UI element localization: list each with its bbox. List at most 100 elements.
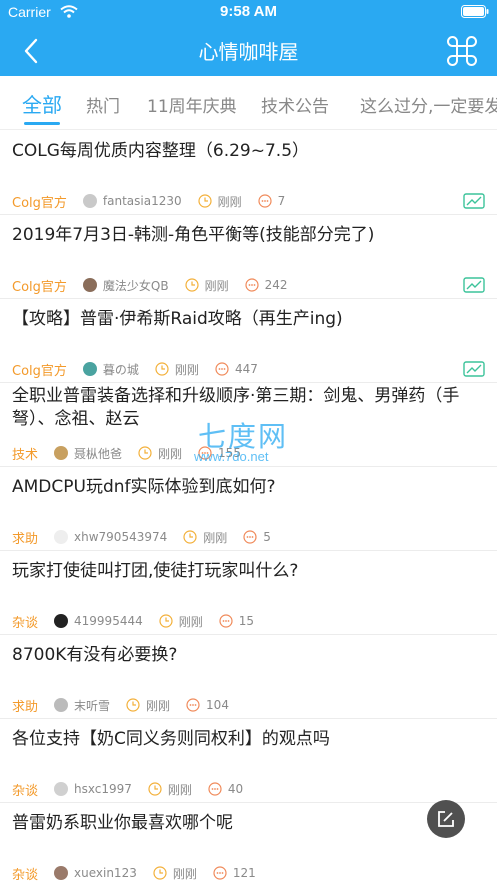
- post-item[interactable]: 全职业普雷装备选择和升级顺序·第三期：剑鬼、男弹药（手弩）、念祖、赵云技术 聂枞他…: [0, 383, 497, 467]
- post-meta: 求助 xhw790543974 刚刚 5: [12, 527, 271, 547]
- post-tag[interactable]: Colg官方: [12, 276, 67, 295]
- nav-bar: 心情咖啡屋: [0, 24, 497, 76]
- page-title: 心情咖啡屋: [198, 40, 299, 64]
- avatar: [82, 278, 97, 292]
- post-tag[interactable]: 杂谈: [12, 780, 38, 799]
- comment-icon: [245, 278, 259, 292]
- post-time: 刚刚: [167, 782, 192, 797]
- post-meta: 杂谈 xuexin123 刚刚 121: [12, 863, 256, 883]
- post-item[interactable]: 各位支持【奶C同义务则同权利】的观点吗杂谈 hsxc1997 刚刚 40: [0, 719, 497, 803]
- clock-icon: [153, 866, 167, 880]
- clock-icon: [198, 194, 212, 208]
- post-author[interactable]: 419995444: [74, 614, 143, 628]
- post-tag[interactable]: 求助: [12, 528, 38, 547]
- clock-icon: [183, 530, 197, 544]
- post-meta: 求助 末听雪 刚刚 104: [12, 695, 229, 715]
- comment-count: 447: [234, 362, 258, 376]
- post-title[interactable]: 2019年7月3日-韩测-角色平衡等(技能部分完了): [12, 224, 484, 247]
- active-tab-indicator: [24, 122, 60, 125]
- post-time: 刚刚: [217, 194, 242, 209]
- avatar: [54, 698, 69, 712]
- comment-icon: [215, 362, 229, 376]
- post-tag[interactable]: 杂谈: [12, 612, 38, 631]
- compose-button[interactable]: [427, 800, 465, 838]
- comment-count: 5: [263, 530, 271, 544]
- comment-icon: [213, 866, 227, 880]
- comment-count: 121: [232, 866, 256, 880]
- comment-icon: [198, 446, 212, 460]
- tab-too-much[interactable]: 这么过分,一定要发: [360, 92, 497, 117]
- post-time: 刚刚: [204, 278, 229, 293]
- post-title[interactable]: 8700K有没有必要换?: [12, 644, 484, 667]
- avatar: [54, 866, 69, 880]
- comment-count: 242: [264, 278, 288, 292]
- image-icon: [463, 193, 485, 209]
- image-icon: [463, 277, 485, 293]
- comment-count: 104: [206, 698, 229, 712]
- post-time: 刚刚: [203, 530, 228, 545]
- post-tag[interactable]: Colg官方: [12, 192, 67, 211]
- avatar: [54, 614, 69, 628]
- post-time: 刚刚: [174, 362, 199, 377]
- clock-icon: [126, 698, 140, 712]
- avatar: [54, 530, 69, 544]
- clock-icon: [159, 614, 173, 628]
- post-title[interactable]: 全职业普雷装备选择和升级顺序·第三期：剑鬼、男弹药（手弩）、念祖、赵云: [12, 385, 484, 431]
- post-list: COLG每周优质内容整理（6.29~7.5） Colg官方 fantasia1230…: [0, 131, 497, 883]
- category-tabs: 全部 热门 11周年庆典 技术公告 这么过分,一定要发: [0, 76, 497, 130]
- post-item[interactable]: 2019年7月3日-韩测-角色平衡等(技能部分完了) Colg官方 魔法少女QB 刚刚…: [0, 215, 497, 299]
- post-meta: Colg官方 fantasia1230 刚刚 7: [12, 191, 285, 211]
- post-author[interactable]: fantasia1230: [103, 194, 182, 208]
- post-item[interactable]: AMDCPU玩dnf实际体验到底如何? 求助 xhw790543974 刚刚 5: [0, 467, 497, 551]
- post-tag[interactable]: 杂谈: [12, 864, 38, 883]
- post-time: 刚刚: [178, 614, 203, 629]
- comment-count: 40: [227, 782, 244, 796]
- post-title[interactable]: 玩家打使徒叫打团,使徒打玩家叫什么?: [12, 560, 484, 583]
- command-icon[interactable]: [445, 36, 479, 66]
- post-item[interactable]: 普雷奶系职业你最喜欢哪个呢杂谈 xuexin123 刚刚 121: [0, 803, 497, 883]
- status-bar: Carrier 9:58 AM: [0, 0, 497, 24]
- post-tag[interactable]: Colg官方: [12, 360, 67, 379]
- post-meta: Colg官方 魔法少女QB 刚刚 242: [12, 275, 288, 295]
- post-item[interactable]: 【攻略】普雷·伊希斯Raid攻略（再生产ing) Colg官方 暮の城 刚刚 447: [0, 299, 497, 383]
- tab-hot[interactable]: 热门: [86, 92, 120, 117]
- avatar: [54, 446, 69, 460]
- post-tag[interactable]: 求助: [12, 696, 38, 715]
- post-title[interactable]: 【攻略】普雷·伊希斯Raid攻略（再生产ing): [12, 308, 484, 331]
- edit-icon: [438, 811, 454, 827]
- post-meta: 杂谈 hsxc1997 刚刚 40: [12, 779, 243, 799]
- comment-count: 15: [238, 614, 255, 628]
- clock-icon: [184, 278, 199, 292]
- post-meta: 技术 聂枞他爸 刚刚 155: [12, 443, 241, 463]
- post-title[interactable]: 各位支持【奶C同义务则同权利】的观点吗: [12, 728, 484, 751]
- post-time: 刚刚: [158, 446, 183, 461]
- post-item[interactable]: 8700K有没有必要换? 求助 末听雪 刚刚 104: [0, 635, 497, 719]
- avatar: [82, 362, 97, 376]
- post-author[interactable]: hsxc1997: [74, 782, 132, 796]
- tab-anniversary[interactable]: 11周年庆典: [147, 92, 237, 117]
- post-title[interactable]: AMDCPU玩dnf实际体验到底如何?: [12, 476, 484, 499]
- post-author[interactable]: 暮の城: [103, 361, 139, 378]
- post-title[interactable]: 普雷奶系职业你最喜欢哪个呢: [12, 812, 484, 835]
- post-title[interactable]: COLG每周优质内容整理（6.29~7.5）: [12, 140, 484, 163]
- post-item[interactable]: 玩家打使徒叫打团,使徒打玩家叫什么? 杂谈 419995444 刚刚 15: [0, 551, 497, 635]
- post-time: 刚刚: [172, 866, 197, 881]
- post-author[interactable]: 末听雪: [74, 697, 110, 714]
- comment-count: 155: [218, 446, 241, 460]
- post-item[interactable]: COLG每周优质内容整理（6.29~7.5） Colg官方 fantasia1230…: [0, 131, 497, 215]
- image-icon: [463, 361, 485, 377]
- post-author[interactable]: xuexin123: [74, 866, 137, 880]
- post-author[interactable]: 魔法少女QB: [103, 277, 169, 294]
- post-author[interactable]: 聂枞他爸: [74, 445, 122, 462]
- tab-all[interactable]: 全部: [22, 89, 62, 118]
- tab-tech-announcement[interactable]: 技术公告: [261, 92, 329, 117]
- clock-icon: [155, 362, 169, 376]
- post-tag[interactable]: 技术: [12, 444, 38, 463]
- top-bar: Carrier 9:58 AM 心情咖啡屋: [0, 0, 497, 76]
- clock-icon: [148, 782, 162, 796]
- comment-icon: [208, 782, 222, 796]
- comment-count: 7: [277, 194, 286, 208]
- post-author[interactable]: xhw790543974: [74, 530, 167, 544]
- avatar: [54, 782, 69, 796]
- post-time: 刚刚: [146, 698, 171, 713]
